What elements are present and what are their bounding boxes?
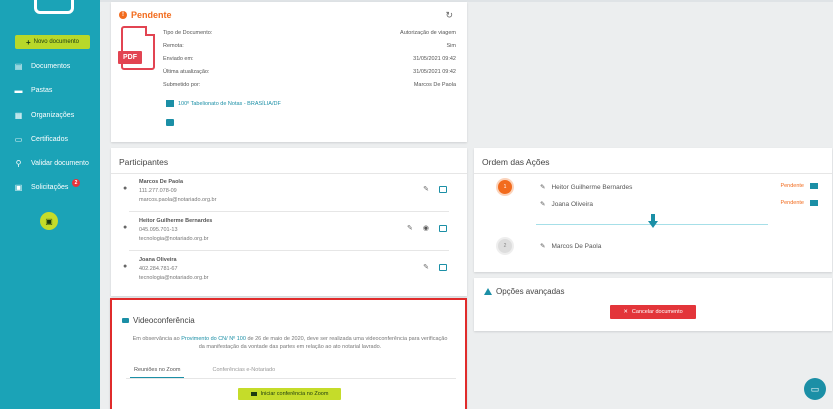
request-icon: ▣ (14, 183, 23, 192)
chat-icon: ▭ (810, 383, 820, 394)
tab-enotariado[interactable]: Conferências e-Notariado (208, 365, 279, 378)
sidebar: + Novo documento ▤ Documentos ▬ Pastas ▦… (0, 0, 100, 409)
tablet-icon[interactable] (439, 185, 447, 193)
start-zoom-button[interactable]: Iniciar conferência no Zoom (238, 388, 341, 400)
office-link[interactable]: 100º Tabelionato de Notas - BRASÍLIA/DF (166, 100, 281, 107)
status-pending: Pendente (780, 183, 804, 189)
request-action-button[interactable]: ▣ (40, 212, 58, 230)
certificate-icon: ▭ (14, 135, 23, 144)
status-title: ! Pendente (119, 10, 172, 20)
camera-icon (122, 318, 129, 323)
document-status-card: ! Pendente ↻ PDF Tipo de Documento: Auto… (111, 2, 467, 142)
order-step-1b: ✎ Joana Oliveira Pendente (498, 197, 818, 211)
building-icon: ▦ (14, 111, 23, 120)
order-title: Ordem das Ações (482, 157, 550, 167)
pdf-label: PDF (118, 51, 142, 64)
sidebar-item-certificados[interactable]: ▭ Certificados (14, 135, 68, 144)
info-row-updated: Última atualização: 31/05/2021 09:42 (163, 69, 456, 75)
info-row-sent: Enviado em: 31/05/2021 09:42 (163, 56, 456, 62)
folder-icon: ▬ (14, 86, 23, 95)
close-icon: ✕ (623, 309, 628, 315)
building-icon (166, 100, 174, 107)
video-tabs: Reuniões no Zoom Conferências e-Notariad… (126, 365, 456, 379)
pen-icon[interactable]: ✎ (423, 263, 429, 271)
notification-badge: 2 (72, 179, 80, 187)
search-icon: ⚲ (15, 159, 22, 168)
refresh-icon[interactable]: ↻ (445, 10, 453, 21)
provimento-link[interactable]: Provimento do CN/ Nº 100 (181, 336, 246, 342)
order-step-1: 1 ✎ Heitor Guilherme Bernardes Pendente (498, 180, 818, 194)
sidebar-item-documentos[interactable]: ▤ Documentos (14, 62, 71, 71)
advanced-title: Opções avançadas (484, 287, 565, 296)
tablet-icon[interactable] (439, 263, 447, 271)
tab-zoom[interactable]: Reuniões no Zoom (130, 365, 185, 378)
info-row-type: Tipo de Documento: Autorização de viagem (163, 30, 456, 36)
mail-icon[interactable] (810, 183, 818, 189)
action-order-card: Ordem das Ações 1 ✎ Heitor Guilherme Ber… (474, 148, 832, 272)
pen-icon[interactable]: ✎ (423, 185, 429, 193)
arrow-down-icon (648, 214, 658, 228)
pen-icon: ✎ (540, 184, 546, 191)
sidebar-item-validar[interactable]: ⚲ Validar documento (14, 159, 89, 168)
participants-card: Participantes ● Marcos De Paola 111.277.… (111, 148, 467, 296)
folder-icon[interactable] (166, 119, 174, 126)
warning-icon (484, 288, 492, 295)
pen-icon: ✎ (540, 243, 546, 250)
advanced-options-card: Opções avançadas ✕ Cancelar documento (474, 278, 832, 331)
sidebar-item-solicitacoes[interactable]: ▣ Solicitações 2 (14, 179, 80, 192)
sidebar-item-organizacoes[interactable]: ▦ Organizações (14, 111, 74, 120)
videoconference-description: Em observância ao Provimento do CN/ Nº 1… (132, 336, 448, 350)
alert-icon: ! (119, 11, 127, 19)
step-number: 1 (498, 180, 512, 194)
step-number: 2 (498, 239, 512, 253)
camera-icon (250, 392, 257, 396)
document-icon: ▤ (14, 62, 23, 71)
participant-row: ● Heitor Guilherme Bernardes 045.095.701… (111, 217, 467, 253)
pen-icon: ✎ (540, 201, 546, 208)
status-pending: Pendente (780, 200, 804, 206)
tablet-icon[interactable] (439, 224, 447, 232)
user-icon: ● (123, 263, 128, 270)
sidebar-item-pastas[interactable]: ▬ Pastas (14, 86, 53, 95)
chat-button[interactable]: ▭ (804, 378, 826, 400)
info-row-submitted: Submetido por: Marcos De Paola (163, 82, 456, 88)
info-row-remote: Remota: Sim (163, 43, 456, 49)
order-step-2: 2 ✎ Marcos De Paola (498, 239, 818, 253)
logo[interactable] (34, 0, 74, 14)
participant-row: ● Joana Oliveira 402.284.781-67 tecnolog… (111, 256, 467, 292)
cancel-document-button[interactable]: ✕ Cancelar documento (610, 305, 696, 319)
pen-icon[interactable]: ✎ (407, 224, 413, 232)
participants-title: Participantes (119, 157, 169, 167)
request-icon: ▣ (45, 216, 53, 226)
plus-icon: + (25, 37, 31, 47)
user-icon: ● (123, 224, 128, 231)
eye-icon[interactable]: ◉ (423, 224, 429, 232)
videoconference-card: Videoconferência Em observância ao Provi… (110, 298, 467, 409)
new-document-button[interactable]: + Novo documento (15, 35, 90, 49)
mail-icon[interactable] (810, 200, 818, 206)
participant-row: ● Marcos De Paola 111.277.078-09 marcos.… (111, 178, 467, 214)
user-icon: ● (123, 185, 128, 192)
videoconference-title: Videoconferência (122, 316, 195, 325)
